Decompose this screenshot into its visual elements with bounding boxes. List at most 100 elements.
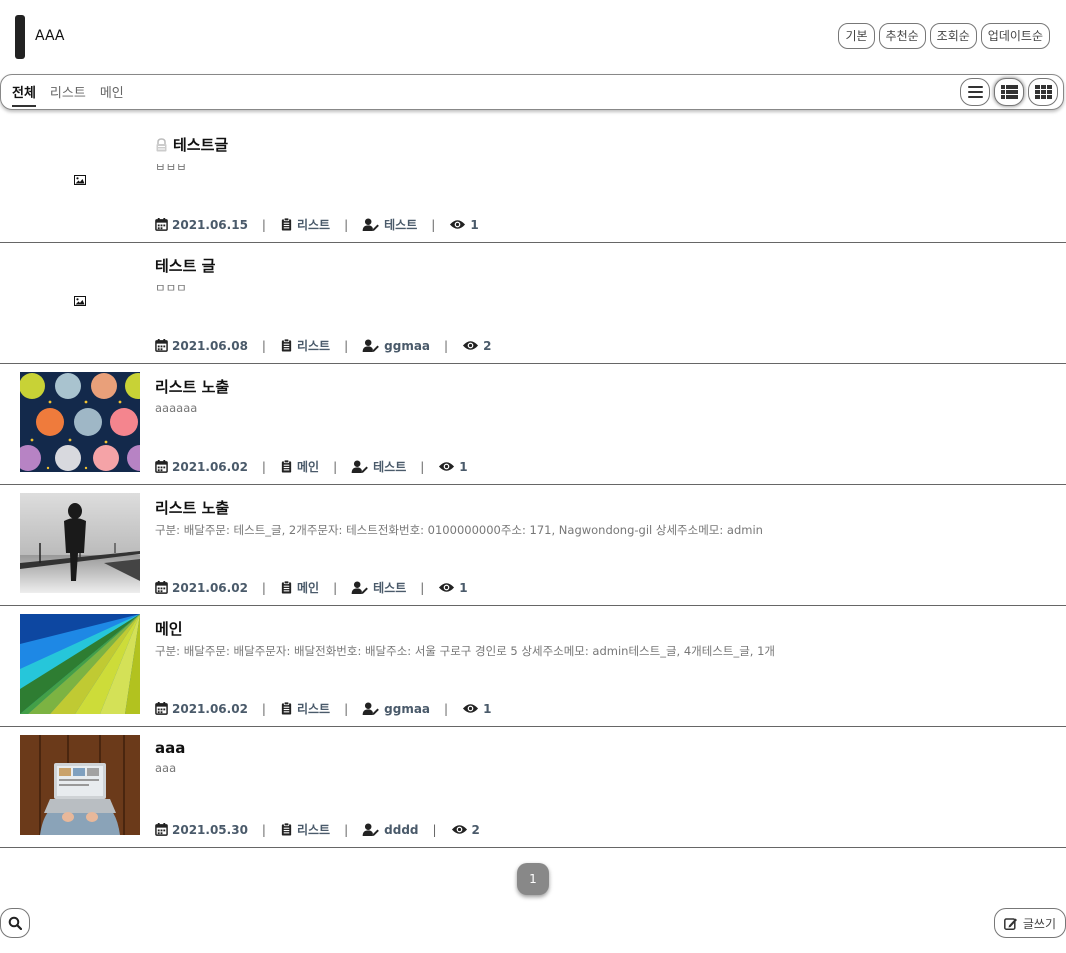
calendar-icon bbox=[155, 339, 168, 352]
post-views: 2 bbox=[471, 822, 480, 837]
post-excerpt: 구분: 배달주문: 배달주문자: 배달전화번호: 배달주소: 서울 구로구 경인… bbox=[155, 644, 776, 658]
search-button[interactable] bbox=[0, 908, 30, 938]
post-meta: 2021.06.15 | 리스트 | 테스트 | 1 bbox=[155, 216, 479, 233]
detail-list-icon bbox=[1000, 85, 1018, 99]
post-excerpt: ㅁㅁㅁ bbox=[155, 281, 187, 295]
sort-updated-button[interactable]: 업데이트순 bbox=[980, 23, 1050, 49]
post-item[interactable]: 테스트 글 ㅁㅁㅁ 2021.06.08 | 리스트 | ggmaa | 2 bbox=[0, 243, 1066, 364]
post-excerpt: aaaaaa bbox=[155, 401, 198, 415]
post-item[interactable]: 리스트 노출 구분: 배달주문: 테스트_글, 2개주문자: 테스트전화번호: … bbox=[0, 485, 1066, 606]
post-list: 테스트글 ㅂㅂㅂ 2021.06.15 | 리스트 | 테스트 | 1 테스트 … bbox=[0, 122, 1066, 848]
post-thumbnail-planets[interactable] bbox=[20, 372, 140, 472]
post-item[interactable]: 리스트 노출 aaaaaa 2021.06.02 | 메인 | 테스트 | 1 bbox=[0, 364, 1066, 485]
clipboard-icon bbox=[280, 581, 293, 594]
post-author[interactable]: 테스트 bbox=[384, 216, 417, 233]
post-category[interactable]: 리스트 bbox=[297, 700, 330, 717]
lock-icon bbox=[156, 137, 167, 151]
clipboard-icon bbox=[280, 823, 293, 836]
clipboard-icon bbox=[280, 702, 293, 715]
post-title[interactable]: 메인 bbox=[155, 618, 183, 639]
pagination: 1 bbox=[517, 863, 549, 895]
tab-all[interactable]: 전체 bbox=[12, 82, 36, 107]
post-excerpt: 구분: 배달주문: 테스트_글, 2개주문자: 테스트전화번호: 0100000… bbox=[155, 523, 763, 537]
write-post-button[interactable]: 글쓰기 bbox=[993, 908, 1066, 938]
post-date: 2021.06.08 bbox=[172, 338, 248, 353]
view-list-button[interactable] bbox=[960, 78, 990, 106]
tab-list[interactable]: 리스트 bbox=[50, 82, 86, 107]
header: AAA 기본 추천순 조회순 업데이트순 bbox=[0, 0, 1066, 74]
post-category[interactable]: 리스트 bbox=[297, 216, 330, 233]
site-title[interactable]: AAA bbox=[35, 28, 65, 44]
view-detail-list-button[interactable] bbox=[994, 78, 1024, 106]
post-category[interactable]: 메인 bbox=[297, 579, 319, 596]
user-edit-icon bbox=[362, 823, 380, 836]
post-title[interactable]: 테스트글 bbox=[173, 134, 228, 155]
image-icon bbox=[74, 296, 86, 306]
list-icon bbox=[967, 86, 983, 98]
post-title[interactable]: 리스트 노출 bbox=[155, 376, 229, 397]
sort-default-button[interactable]: 기본 bbox=[838, 23, 875, 49]
category-navbar: 전체 리스트 메인 bbox=[0, 74, 1064, 110]
post-thumbnail-placeholder[interactable] bbox=[20, 251, 140, 351]
calendar-icon bbox=[155, 218, 168, 231]
post-meta: 2021.06.02 | 메인 | 테스트 | 1 bbox=[155, 458, 468, 475]
post-thumbnail-placeholder[interactable] bbox=[20, 130, 140, 230]
user-edit-icon bbox=[351, 460, 369, 473]
view-mode-group bbox=[960, 78, 1058, 106]
post-author[interactable]: ggmaa bbox=[384, 702, 430, 716]
post-item[interactable]: aaa aaa 2021.05.30 | 리스트 | dddd | 2 bbox=[0, 727, 1066, 848]
tab-main[interactable]: 메인 bbox=[100, 82, 124, 107]
post-date: 2021.05.30 bbox=[172, 822, 248, 837]
logo[interactable] bbox=[15, 15, 25, 59]
eye-icon bbox=[438, 581, 455, 594]
post-date: 2021.06.02 bbox=[172, 701, 248, 716]
clipboard-icon bbox=[280, 218, 293, 231]
grid-icon bbox=[1034, 85, 1052, 99]
post-category[interactable]: 리스트 bbox=[297, 337, 330, 354]
eye-icon bbox=[462, 702, 479, 715]
eye-icon bbox=[438, 460, 455, 473]
post-views: 1 bbox=[459, 580, 468, 595]
post-author[interactable]: dddd bbox=[384, 823, 418, 837]
clipboard-icon bbox=[280, 339, 293, 352]
post-title[interactable]: aaa bbox=[155, 739, 185, 757]
post-meta: 2021.06.08 | 리스트 | ggmaa | 2 bbox=[155, 337, 491, 354]
image-icon bbox=[74, 175, 86, 185]
edit-icon bbox=[1003, 917, 1017, 930]
post-views: 2 bbox=[483, 338, 492, 353]
post-views: 1 bbox=[483, 701, 492, 716]
view-grid-button[interactable] bbox=[1028, 78, 1058, 106]
user-edit-icon bbox=[351, 581, 369, 594]
post-meta: 2021.06.02 | 메인 | 테스트 | 1 bbox=[155, 579, 468, 596]
post-title[interactable]: 테스트 글 bbox=[155, 255, 215, 276]
post-date: 2021.06.02 bbox=[172, 459, 248, 474]
post-category[interactable]: 리스트 bbox=[297, 821, 330, 838]
sort-views-button[interactable]: 조회순 bbox=[929, 23, 977, 49]
post-item[interactable]: 메인 구분: 배달주문: 배달주문자: 배달전화번호: 배달주소: 서울 구로구… bbox=[0, 606, 1066, 727]
post-views: 1 bbox=[470, 217, 479, 232]
post-thumbnail-pier[interactable] bbox=[20, 493, 140, 593]
post-meta: 2021.05.30 | 리스트 | dddd | 2 bbox=[155, 821, 480, 838]
page-button-current[interactable]: 1 bbox=[517, 863, 549, 895]
post-date: 2021.06.02 bbox=[172, 580, 248, 595]
post-title[interactable]: 리스트 노출 bbox=[155, 497, 229, 518]
post-author[interactable]: 테스트 bbox=[373, 579, 406, 596]
post-thumbnail-laptop[interactable] bbox=[20, 735, 140, 835]
category-tabs: 전체 리스트 메인 bbox=[12, 82, 124, 107]
eye-icon bbox=[449, 218, 466, 231]
sort-recommend-button[interactable]: 추천순 bbox=[878, 23, 926, 49]
post-thumbnail-rainbow[interactable] bbox=[20, 614, 140, 714]
post-excerpt: ㅂㅂㅂ bbox=[155, 160, 187, 174]
post-author[interactable]: ggmaa bbox=[384, 339, 430, 353]
search-icon bbox=[8, 916, 22, 930]
user-edit-icon bbox=[362, 702, 380, 715]
user-edit-icon bbox=[362, 218, 380, 231]
calendar-icon bbox=[155, 581, 168, 594]
post-date: 2021.06.15 bbox=[172, 217, 248, 232]
calendar-icon bbox=[155, 823, 168, 836]
post-author[interactable]: 테스트 bbox=[373, 458, 406, 475]
post-meta: 2021.06.02 | 리스트 | ggmaa | 1 bbox=[155, 700, 491, 717]
eye-icon bbox=[462, 339, 479, 352]
post-item[interactable]: 테스트글 ㅂㅂㅂ 2021.06.15 | 리스트 | 테스트 | 1 bbox=[0, 122, 1066, 243]
post-category[interactable]: 메인 bbox=[297, 458, 319, 475]
